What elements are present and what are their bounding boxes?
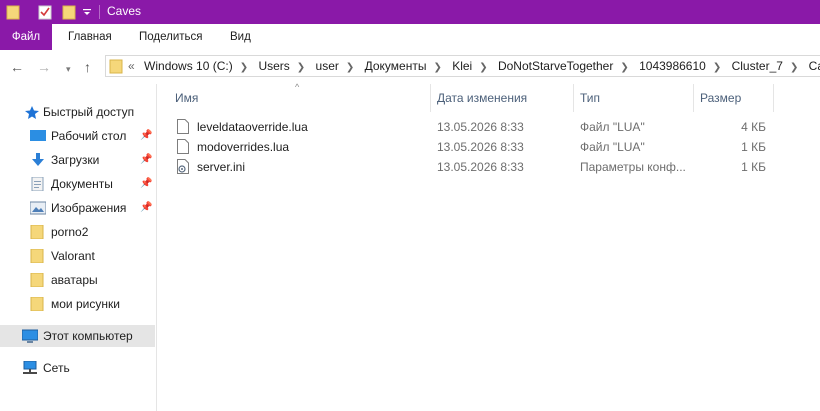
forward-arrow-icon[interactable]: → — [37, 59, 51, 75]
sidebar-item-network[interactable]: Сеть — [0, 357, 155, 379]
folder-icon — [109, 59, 123, 74]
sidebar-item-my-drawings[interactable]: мои рисунки — [0, 293, 155, 315]
tab-view[interactable]: Вид — [230, 24, 251, 50]
column-header-size[interactable]: Размер — [700, 88, 741, 110]
breadcrumb: « Windows 10 (C:) ❯ Users ❯ user ❯ Документ… — [128, 59, 820, 73]
sidebar-item-desktop[interactable]: Рабочий стол 📌 — [0, 125, 155, 147]
desktop-icon — [30, 130, 46, 141]
column-divider[interactable] — [773, 84, 774, 112]
table-row[interactable]: modoverrides.lua 13.05.2026 8:33 Файл "L… — [168, 136, 778, 158]
file-type: Файл "LUA" — [580, 120, 645, 134]
breadcrumb-drive[interactable]: Windows 10 (C:) — [144, 59, 233, 73]
file-size: 1 КБ — [741, 140, 766, 154]
breadcrumb-users[interactable]: Users — [258, 59, 289, 73]
new-folder-icon[interactable] — [62, 4, 76, 20]
file-icon — [177, 119, 189, 134]
file-date: 13.05.2026 8:33 — [437, 160, 524, 174]
star-icon — [25, 106, 39, 119]
file-size: 4 КБ — [741, 120, 766, 134]
column-header-date[interactable]: Дата изменения — [437, 88, 527, 110]
file-date: 13.05.2026 8:33 — [437, 120, 524, 134]
download-icon — [32, 153, 44, 166]
sidebar-item-label: Сеть — [43, 361, 70, 375]
sidebar-item-documents[interactable]: Документы 📌 — [0, 173, 155, 195]
folder-icon — [30, 225, 44, 239]
breadcrumb-caves[interactable]: Caves — [809, 59, 820, 73]
column-header-type[interactable]: Тип — [580, 88, 600, 110]
sidebar-item-quick-access[interactable]: Быстрый доступ — [0, 101, 155, 123]
sidebar-item-label: Рабочий стол — [51, 129, 127, 143]
settings-file-icon — [177, 159, 189, 174]
column-divider[interactable] — [693, 84, 694, 112]
tab-file[interactable]: Файл — [0, 24, 52, 50]
navigation-pane: Быстрый доступ Рабочий стол 📌 Загрузки 📌… — [0, 84, 157, 411]
network-icon — [23, 361, 37, 374]
sidebar-item-label: Загрузки — [51, 153, 100, 167]
tab-share[interactable]: Поделиться — [139, 24, 203, 50]
sidebar-item-valorant[interactable]: Valorant — [0, 245, 155, 267]
sidebar-item-label: мои рисунки — [51, 297, 120, 311]
column-divider[interactable] — [573, 84, 574, 112]
file-size: 1 КБ — [741, 160, 766, 174]
file-icon — [177, 139, 189, 154]
folder-icon[interactable] — [6, 4, 20, 20]
properties-icon[interactable] — [38, 4, 52, 20]
table-row[interactable]: server.ini 13.05.2026 8:33 Параметры кон… — [168, 156, 778, 178]
pin-icon[interactable]: 📌 — [140, 173, 152, 195]
breadcrumb-overflow[interactable]: « — [128, 59, 135, 73]
file-name: server.ini — [197, 160, 246, 174]
sidebar-item-avatars[interactable]: аватары — [0, 269, 155, 291]
title-bar: Caves — [0, 0, 820, 24]
sort-ascending-icon: ^ — [295, 82, 300, 92]
breadcrumb-documents[interactable]: Документы — [365, 59, 427, 73]
sidebar-item-label: porno2 — [51, 225, 89, 239]
pictures-icon — [30, 201, 46, 215]
table-row[interactable]: leveldataoverride.lua 13.05.2026 8:33 Фа… — [168, 116, 778, 138]
back-arrow-icon[interactable]: ← — [10, 59, 24, 75]
breadcrumb-dst[interactable]: DoNotStarveTogether — [498, 59, 613, 73]
sidebar-item-label: Документы — [51, 177, 113, 191]
breadcrumb-klei[interactable]: Klei — [452, 59, 472, 73]
up-arrow-icon[interactable]: ↑ — [84, 59, 91, 75]
pin-icon[interactable]: 📌 — [140, 125, 152, 147]
chevron-down-icon[interactable] — [82, 8, 92, 18]
breadcrumb-id[interactable]: 1043986610 — [639, 59, 706, 73]
sidebar-item-label: Этот компьютер — [43, 329, 133, 343]
sidebar-item-porno2[interactable]: porno2 — [0, 221, 155, 243]
title-divider — [99, 5, 100, 19]
ribbon: Файл Главная Поделиться Вид — [0, 24, 820, 51]
folder-icon — [30, 297, 44, 311]
sidebar-item-label: Valorant — [51, 249, 95, 263]
recent-locations-icon[interactable]: ▾ — [66, 61, 71, 77]
computer-icon — [22, 329, 38, 343]
pin-icon[interactable]: 📌 — [140, 149, 152, 171]
column-divider[interactable] — [430, 84, 431, 112]
pin-icon[interactable]: 📌 — [140, 197, 152, 219]
sidebar-item-downloads[interactable]: Загрузки 📌 — [0, 149, 155, 171]
documents-icon — [31, 177, 44, 191]
folder-icon — [30, 273, 44, 287]
column-header-name[interactable]: Имя — [175, 88, 198, 110]
sidebar-item-pictures[interactable]: Изображения 📌 — [0, 197, 155, 219]
sidebar-item-label: Быстрый доступ — [43, 105, 135, 119]
file-name: modoverrides.lua — [197, 140, 290, 154]
folder-icon — [30, 249, 44, 263]
sidebar-item-label: Изображения — [51, 201, 127, 215]
breadcrumb-cluster[interactable]: Cluster_7 — [732, 59, 783, 73]
sidebar-item-label: аватары — [51, 273, 98, 287]
file-type: Параметры конф... — [580, 160, 686, 174]
file-type: Файл "LUA" — [580, 140, 645, 154]
breadcrumb-user[interactable]: user — [316, 59, 339, 73]
tab-home[interactable]: Главная — [68, 24, 112, 50]
file-date: 13.05.2026 8:33 — [437, 140, 524, 154]
window-title: Caves — [107, 4, 142, 18]
sidebar-item-this-pc[interactable]: Этот компьютер — [0, 325, 155, 347]
file-name: leveldataoverride.lua — [197, 120, 308, 134]
